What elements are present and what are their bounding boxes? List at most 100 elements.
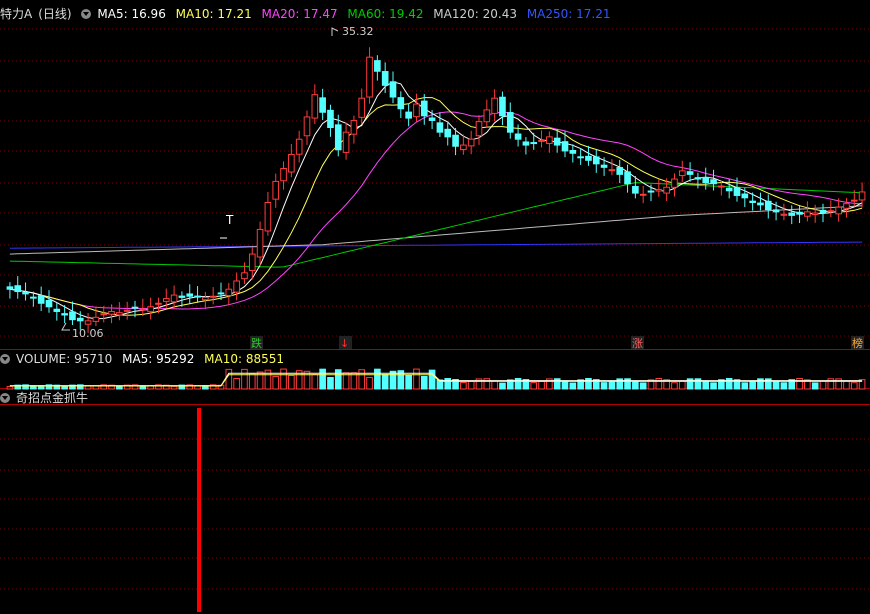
candle-body	[389, 81, 397, 98]
candle-body	[827, 210, 835, 213]
candle-body	[850, 199, 858, 202]
volume-bar	[796, 378, 803, 390]
candle-body	[592, 156, 600, 165]
low-pointer	[61, 322, 70, 331]
volume-bar	[233, 377, 240, 390]
volume-bar	[366, 376, 373, 390]
candle-body	[334, 124, 342, 151]
candle-body	[45, 299, 53, 308]
candle-body	[561, 141, 569, 152]
candle-body	[202, 296, 209, 301]
high-price-label: 35.32	[342, 25, 374, 38]
volume-header: VOLUME: 95710 MA5: 95292 MA10: 88551	[0, 352, 290, 366]
volume-ma5-value: MA5: 95292	[122, 352, 195, 366]
candle-body	[663, 186, 670, 194]
indicator-name[interactable]: 奇招点金抓牛	[16, 391, 88, 405]
candle-body	[84, 320, 92, 325]
volume-bar	[678, 380, 686, 390]
candle-body	[718, 185, 725, 188]
volume-bar	[530, 382, 538, 390]
ma60-value: MA60: 19.42	[347, 7, 424, 21]
volume-bar	[405, 374, 412, 390]
candle-body	[14, 285, 22, 293]
candle-body	[92, 316, 100, 322]
volume-bar	[413, 368, 420, 390]
volume-bar	[460, 381, 467, 390]
candle-body	[514, 133, 522, 140]
ma5-value: MA5: 16.96	[97, 7, 166, 21]
candle-body	[264, 201, 272, 232]
candle-body	[764, 200, 772, 211]
volume-bar	[334, 369, 342, 390]
candle-body	[647, 190, 655, 193]
stock-name[interactable]: 特力A	[0, 7, 32, 21]
candle-body	[350, 119, 358, 135]
candle-body	[311, 94, 319, 119]
ma5-line	[9, 81, 863, 320]
candle-body	[358, 97, 366, 118]
candle-body	[796, 211, 803, 215]
candle-body	[256, 228, 264, 258]
candle-body	[241, 272, 248, 280]
ma10-value: MA10: 17.21	[175, 7, 252, 21]
volume-bar	[850, 382, 858, 390]
volume-bar	[608, 380, 616, 390]
volume-bar	[288, 374, 295, 390]
kline-chart-canvas[interactable]: 35.32 10.06 T 跌 ↓ 涨 榜	[0, 0, 870, 614]
candle-body	[780, 213, 788, 216]
candle-body	[624, 171, 631, 185]
candle-body	[632, 186, 639, 194]
volume-bar	[499, 382, 506, 390]
volume-bar	[280, 368, 287, 390]
candle-body	[413, 103, 420, 118]
candle-body	[569, 150, 577, 154]
volume-bar	[467, 380, 475, 390]
volume-bar	[327, 376, 334, 390]
candle-body	[546, 136, 553, 144]
volume-dropdown-icon[interactable]	[0, 354, 10, 364]
volume-bar	[585, 378, 592, 390]
candle-body	[843, 203, 850, 209]
candle-body	[710, 179, 717, 185]
event-marker: 榜	[852, 336, 863, 350]
volume-bar	[561, 380, 569, 390]
volume-bar	[248, 373, 256, 390]
event-marker: 涨	[632, 337, 643, 350]
volume-bar	[514, 378, 522, 390]
candle-body	[694, 177, 702, 180]
candle-body	[280, 168, 287, 182]
candle-body	[804, 211, 811, 217]
candle-body	[772, 209, 780, 213]
candle-body	[69, 311, 76, 321]
candle-body	[209, 295, 217, 298]
volume-bar	[702, 380, 710, 390]
candle-body	[686, 171, 694, 175]
candle-body	[702, 176, 710, 184]
candle-body	[499, 96, 506, 117]
volume-bar	[639, 382, 647, 390]
volume-bar	[632, 380, 639, 390]
candle-body	[22, 291, 29, 295]
candle-body	[757, 202, 764, 206]
candle-body	[397, 97, 405, 110]
main-chart-header: 特力A (日线) MA5: 16.96 MA10: 17.21 MA20: 17.…	[0, 7, 617, 21]
event-marker: ↓	[340, 337, 349, 350]
indicator-dropdown-icon[interactable]	[0, 393, 10, 403]
volume-bar	[710, 382, 717, 390]
volume-bar	[420, 375, 428, 390]
candle-body	[671, 178, 678, 188]
dropdown-icon[interactable]	[81, 9, 92, 19]
candle-body	[225, 288, 233, 297]
candle-body	[600, 164, 608, 168]
volume-bar	[311, 374, 319, 390]
candle-body	[366, 56, 373, 98]
volume-bar	[61, 385, 68, 390]
candle-body	[749, 200, 756, 203]
candle-body	[170, 294, 178, 303]
candle-body	[139, 308, 147, 311]
candle-body	[483, 109, 491, 123]
volume-bar	[780, 382, 788, 390]
candle-body	[444, 128, 452, 138]
candle-body	[858, 191, 866, 201]
signal-bar	[197, 408, 201, 612]
